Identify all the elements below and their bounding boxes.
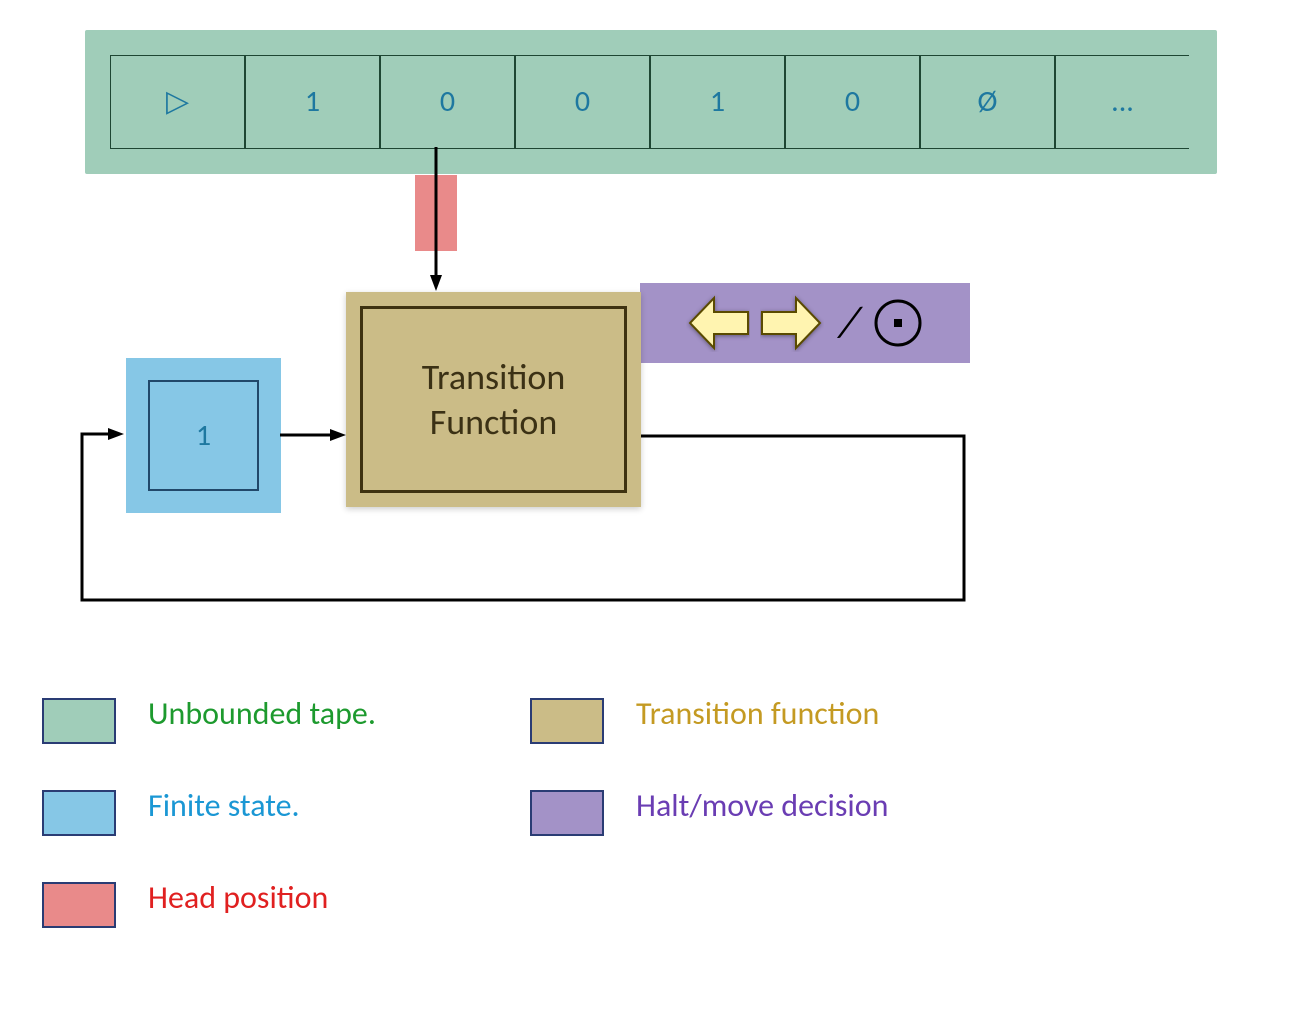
tape-cell-value: Ø [978,83,998,120]
legend-swatch-halt [530,790,604,836]
tape-cell-value: 0 [575,83,590,120]
legend-label-state: Finite state. [148,786,300,825]
tape-cell-value: 1 [710,83,725,120]
tape-cell: 0 [515,55,650,149]
tape-cell: 1 [650,55,785,149]
tape-cell: ▷ [110,55,245,149]
arrow-tape-to-tf [428,147,448,295]
slash-icon: ⁄ [842,295,857,351]
legend-label-head: Head position [148,878,328,917]
tape-cell: 0 [380,55,515,149]
tape-cell-value: ... [1111,83,1134,120]
legend-label-tf: Transition function [636,694,879,733]
tape-cell: 1 [245,55,380,149]
tape-cell-value: 1 [305,83,320,120]
tape-cell: ... [1055,55,1189,149]
halt-icon [872,297,924,349]
tape-cell: 0 [785,55,920,149]
tf-label-line1: Transition [422,355,566,399]
feedback-loop [70,420,990,650]
legend-label-tape: Unbounded tape. [148,694,376,733]
turing-machine-diagram: ▷ 1 0 0 1 0 Ø ... ⁄ Transition Func [0,0,1301,1031]
tape-cell-value: 0 [845,83,860,120]
tape-cell-value: 0 [440,83,455,120]
arrow-right-icon [760,294,824,352]
legend-swatch-head [42,882,116,928]
tape-cell-value: ▷ [166,83,189,120]
arrow-left-icon [686,294,750,352]
legend-label-halt: Halt/move decision [636,786,888,825]
tape-cells: ▷ 1 0 0 1 0 Ø ... [110,55,1189,149]
halt-move-decision: ⁄ [640,283,970,363]
legend-swatch-state [42,790,116,836]
tape-cell: Ø [920,55,1055,149]
legend-swatch-tf [530,698,604,744]
legend-swatch-tape [42,698,116,744]
